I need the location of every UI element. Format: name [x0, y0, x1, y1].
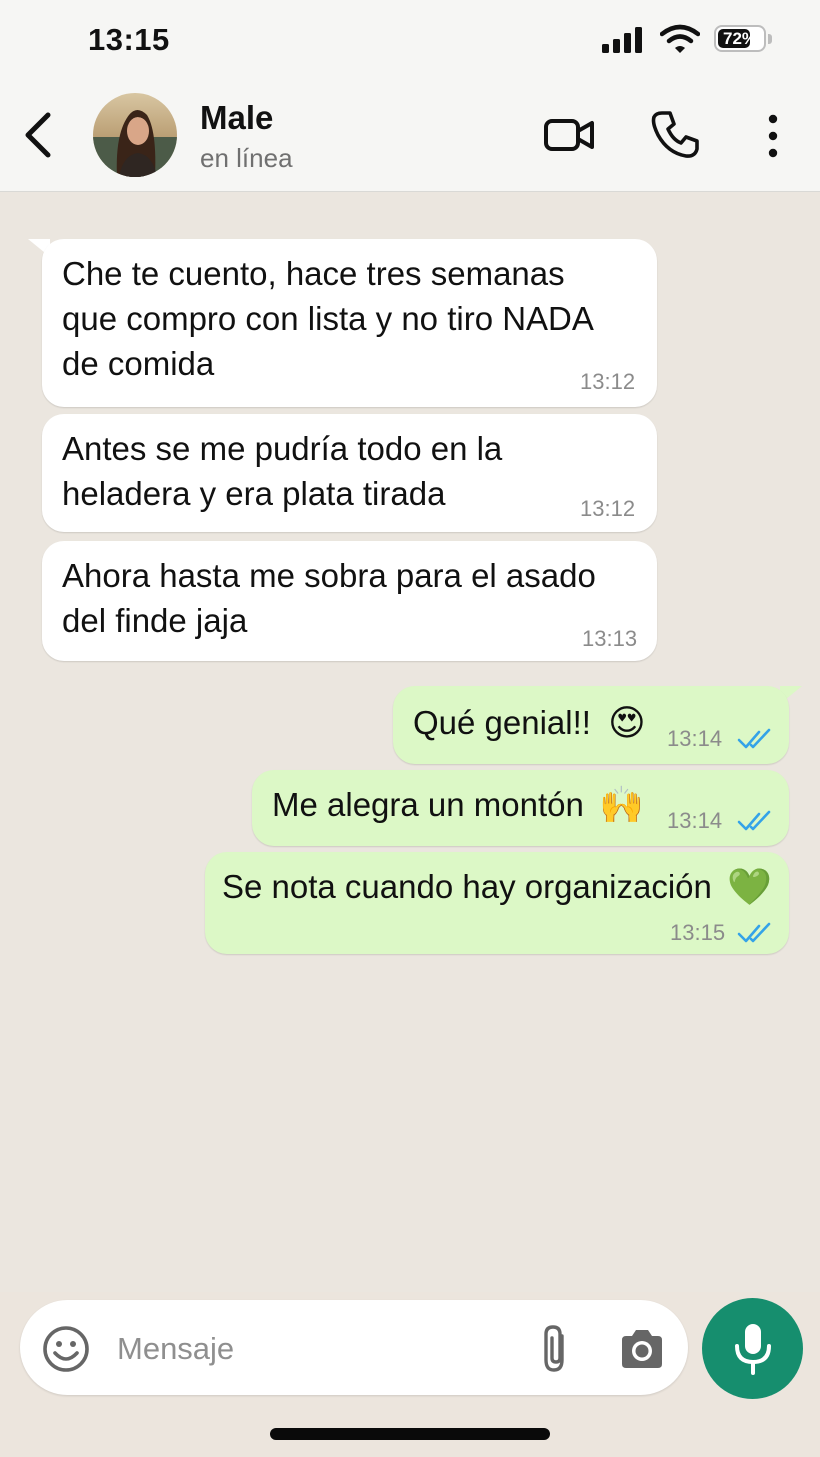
- message-time: 13:14: [667, 808, 723, 833]
- emoji-icon[interactable]: [42, 1325, 90, 1373]
- message-bubble-incoming[interactable]: Ahora hasta me sobra para el asado del f…: [42, 541, 657, 661]
- signal-icon: [602, 27, 644, 53]
- wifi-icon: [660, 24, 700, 53]
- double-check-icon: [737, 810, 771, 831]
- video-call-icon[interactable]: [542, 113, 596, 157]
- phone-icon[interactable]: [650, 109, 700, 159]
- chat-header: Male en línea: [0, 85, 820, 192]
- message-text: Che te cuento, hace tres semanas que com…: [62, 251, 594, 386]
- message-input[interactable]: [115, 1320, 509, 1378]
- message-text: Se nota cuando hay organización 💚: [222, 864, 772, 912]
- home-indicator: [270, 1428, 550, 1440]
- battery-percent: 72%: [722, 29, 758, 48]
- message-line: Ahora hasta me sobra para el asado: [62, 557, 596, 594]
- message-bubble-outgoing[interactable]: Se nota cuando hay organización 💚 13:15: [205, 852, 789, 954]
- message-time: 13:12: [580, 496, 636, 521]
- microphone-icon: [735, 1324, 771, 1375]
- status-time: 13:15: [88, 22, 170, 57]
- raising-hands-emoji: 🙌: [599, 783, 644, 825]
- back-arrow-icon[interactable]: [18, 109, 62, 161]
- message-text: Qué genial!! 😍: [413, 700, 646, 748]
- message-time: 13:14: [667, 726, 723, 751]
- avatar[interactable]: [93, 93, 177, 177]
- contact-status: en línea: [200, 143, 293, 173]
- message-line: Antes se me pudría todo en la: [62, 430, 503, 467]
- battery-cap: [768, 34, 772, 44]
- message-text: Me alegra un montón 🙌: [272, 782, 644, 830]
- message-line: que compro con lista y no tiro NADA: [62, 300, 594, 337]
- message-line: del finde jaja: [62, 602, 248, 639]
- message-line: de comida: [62, 345, 215, 382]
- message-bubble-outgoing[interactable]: Qué genial!! 😍 13:14: [393, 686, 789, 764]
- message-text: Antes se me pudría todo en la heladera y…: [62, 426, 502, 516]
- message-bubble-incoming[interactable]: Antes se me pudría todo en la heladera y…: [42, 414, 657, 532]
- message-bubble-outgoing[interactable]: Me alegra un montón 🙌 13:14: [252, 770, 789, 846]
- message-line: heladera y era plata tirada: [62, 475, 446, 512]
- double-check-icon: [737, 728, 771, 749]
- more-vertical-icon[interactable]: [756, 111, 790, 161]
- double-check-icon: [737, 922, 771, 943]
- message-line: Che te cuento, hace tres semanas: [62, 255, 565, 292]
- message-text: Ahora hasta me sobra para el asado del f…: [62, 553, 596, 643]
- message-time: 13:15: [670, 920, 726, 945]
- message-bubble-incoming[interactable]: Che te cuento, hace tres semanas que com…: [42, 239, 657, 407]
- status-bar: 13:15 72%: [0, 0, 820, 85]
- message-text-content: Se nota cuando hay organización: [222, 868, 712, 905]
- message-text-content: Me alegra un montón: [272, 786, 584, 823]
- heart-eyes-emoji: 😍: [608, 701, 646, 743]
- message-time: 13:13: [582, 626, 638, 651]
- green-heart-emoji: 💚: [727, 865, 772, 907]
- message-time: 13:12: [580, 369, 636, 394]
- contact-name[interactable]: Male: [200, 99, 273, 137]
- microphone-button[interactable]: [702, 1298, 803, 1399]
- message-composer: [20, 1300, 688, 1395]
- message-text-content: Qué genial!!: [413, 704, 591, 741]
- battery-icon: 72%: [714, 25, 766, 52]
- camera-icon[interactable]: [618, 1328, 666, 1370]
- paperclip-icon[interactable]: [536, 1324, 576, 1374]
